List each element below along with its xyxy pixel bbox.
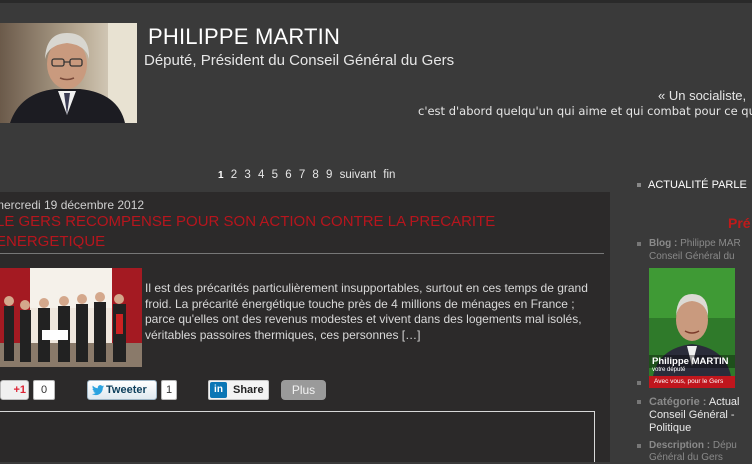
category-value-3[interactable]: Politique: [649, 422, 691, 434]
post-title-line1[interactable]: LE GERS RECOMPENSE POUR SON ACTION CONTR…: [0, 212, 596, 232]
post-divider: [0, 253, 604, 254]
header-quote-line2: c'est d'abord quelqu'un qui aime et qui …: [418, 104, 752, 118]
portrait-banner: Avec vous, pour le Gers: [649, 376, 735, 388]
description-value-line2: Général du Gers: [649, 452, 723, 463]
more-share-button[interactable]: Plus: [281, 380, 326, 400]
twitter-bird-icon: [92, 384, 104, 402]
linkedin-share-label: Share: [233, 384, 264, 396]
post-excerpt: Il est des précarités particulièrement i…: [145, 281, 588, 342]
linkedin-share-button[interactable]: in Share: [208, 380, 269, 400]
post-title-line2[interactable]: ENERGETIQUE: [0, 232, 596, 252]
comment-box: [0, 411, 595, 462]
sidebar-heading-text[interactable]: ACTUALITÉ PARLE: [648, 179, 747, 191]
category-value-line3: Politique: [649, 422, 691, 434]
page-link[interactable]: 5: [272, 169, 278, 181]
sidebar-blog-line: Blog : Philippe MAR: [649, 238, 741, 250]
page-link[interactable]: 6: [285, 169, 291, 181]
sidebar-description-line: Description : Dépu: [649, 440, 737, 452]
pagination: 1 2 3 4 5 6 7 8 9 suivant fin: [218, 169, 399, 181]
site-title[interactable]: PHILIPPE MARTIN: [148, 24, 340, 50]
blog-value-line2[interactable]: Conseil Général du: [649, 251, 735, 263]
google-plus-label: +1: [13, 384, 26, 396]
category-label: Catégorie :: [649, 396, 707, 408]
page-link[interactable]: 3: [244, 169, 250, 181]
tweet-label: Tweeter: [106, 384, 147, 396]
description-label: Description :: [649, 440, 711, 451]
post-title[interactable]: LE GERS RECOMPENSE POUR SON ACTION CONTR…: [0, 212, 596, 252]
bullet-icon: [637, 242, 641, 246]
bullet-icon: [637, 381, 641, 385]
header-portrait: [0, 23, 137, 123]
page-link[interactable]: 7: [299, 169, 305, 181]
post-date: mercredi 19 décembre 2012: [0, 198, 145, 212]
sidebar-red-title[interactable]: Pré: [728, 215, 751, 231]
category-value[interactable]: Actual: [709, 396, 740, 408]
tweet-button[interactable]: Tweeter: [87, 380, 157, 400]
top-border: [0, 0, 752, 3]
post-thumbnail[interactable]: [0, 268, 142, 367]
google-plus-button[interactable]: +1: [0, 380, 29, 400]
tweet-count: 1: [161, 380, 177, 400]
next-page-link[interactable]: suivant: [340, 169, 376, 181]
bullet-icon: [637, 400, 641, 404]
linkedin-icon: in: [210, 382, 227, 398]
bullet-icon: [637, 444, 641, 448]
category-value-2[interactable]: Conseil Général -: [649, 409, 735, 421]
blog-label: Blog :: [649, 238, 678, 249]
sidebar-portrait[interactable]: Philippe MARTIN votre député Avec vous, …: [649, 268, 735, 388]
portrait-role: votre député: [652, 367, 686, 373]
header-quote-line1: « Un socialiste,: [658, 88, 747, 103]
page-link[interactable]: 4: [258, 169, 264, 181]
page-link[interactable]: 2: [231, 169, 237, 181]
page-current: 1: [218, 170, 224, 181]
blog-value[interactable]: Philippe MAR: [680, 238, 741, 249]
bullet-icon: [637, 183, 641, 188]
sidebar-heading: ACTUALITÉ PARLE: [637, 179, 747, 191]
google-plus-count: 0: [33, 380, 55, 400]
sidebar-category-line: Catégorie : Actual: [649, 396, 740, 408]
page-link[interactable]: 8: [312, 169, 318, 181]
portrait-name: Philippe MARTIN: [652, 356, 729, 367]
last-page-link[interactable]: fin: [383, 169, 395, 181]
category-value-line2: Conseil Général -: [649, 409, 735, 421]
site-subtitle: Député, Président du Conseil Général du …: [144, 52, 455, 69]
blog-post: mercredi 19 décembre 2012 LE GERS RECOMP…: [0, 192, 610, 462]
page-link[interactable]: 9: [326, 169, 332, 181]
description-value: Dépu: [712, 440, 737, 451]
